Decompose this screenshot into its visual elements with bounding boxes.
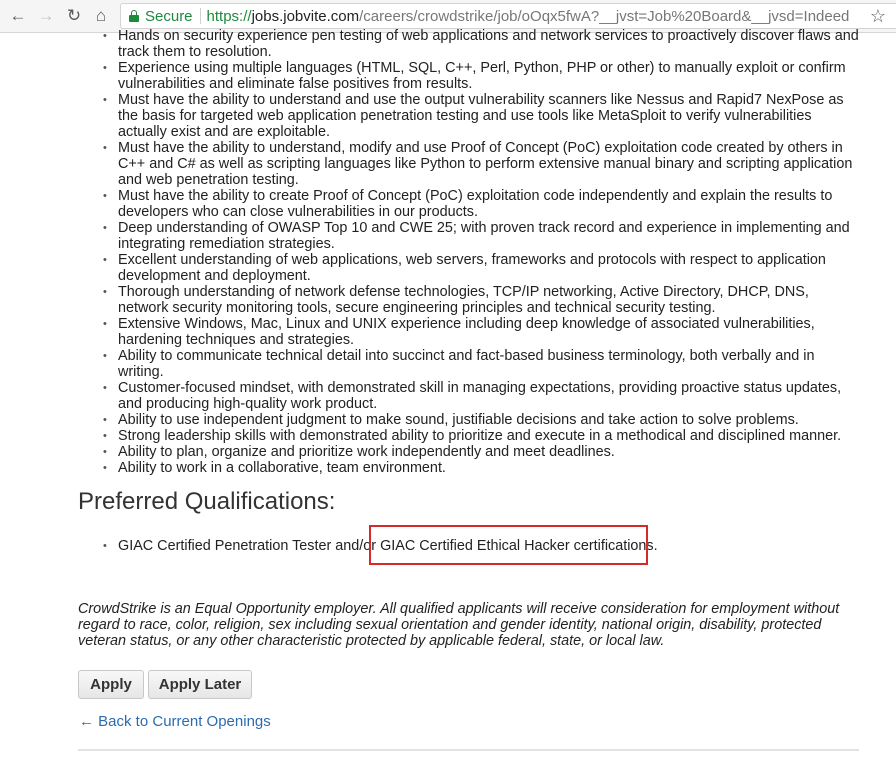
list-item: Strong leadership skills with demonstrat… [103, 428, 860, 444]
list-item: Must have the ability to create Proof of… [103, 188, 860, 220]
secure-label: Secure [145, 7, 193, 25]
apply-button[interactable]: Apply [78, 670, 144, 699]
list-item: Must have the ability to understand, mod… [103, 140, 860, 188]
bookmark-star-icon[interactable]: ☆ [870, 6, 886, 27]
list-item: Ability to use independent judgment to m… [103, 412, 860, 428]
list-item: Must have the ability to understand and … [103, 92, 860, 140]
highlight-annotation-box [369, 525, 648, 565]
address-bar[interactable]: Secure https://jobs.jobvite.com/careers/… [120, 3, 896, 29]
preferred-qualifications-heading: Preferred Qualifications: [78, 488, 336, 515]
list-item: Ability to plan, organize and prioritize… [103, 444, 860, 460]
list-item: Hands on security experience pen testing… [103, 28, 860, 60]
back-arrow-icon[interactable]: ← [6, 4, 30, 28]
forward-arrow-icon[interactable]: → [34, 4, 58, 28]
url-path: /careers/crowdstrike/job/oOqx5fwA?__jvst… [359, 7, 850, 25]
job-description: Hands on security experience pen testing… [78, 28, 860, 476]
list-item: Experience using multiple languages (HTM… [103, 60, 860, 92]
list-item: Extensive Windows, Mac, Linux and UNIX e… [103, 316, 860, 348]
list-item: Customer-focused mindset, with demonstra… [103, 380, 860, 412]
divider [78, 749, 859, 751]
apply-later-button[interactable]: Apply Later [148, 670, 252, 699]
list-item: Ability to communicate technical detail … [103, 348, 860, 380]
address-separator [199, 8, 201, 24]
list-item: Deep understanding of OWASP Top 10 and C… [103, 220, 860, 252]
home-icon[interactable]: ⌂ [89, 4, 113, 28]
equal-opportunity-statement: CrowdStrike is an Equal Opportunity empl… [78, 601, 840, 649]
preferred-item-prefix: GIAC Certified Penetration Tester and/or [118, 538, 381, 554]
url-scheme: https:// [206, 7, 252, 25]
list-item: Thorough understanding of network defens… [103, 284, 860, 316]
lock-icon [129, 10, 139, 22]
back-to-openings-link[interactable]: ← Back to Current Openings [79, 713, 271, 730]
list-item: Excellent understanding of web applicati… [103, 252, 860, 284]
list-item: Ability to work in a collaborative, team… [103, 460, 860, 476]
reload-icon[interactable]: ↻ [62, 4, 86, 28]
requirements-list: Hands on security experience pen testing… [78, 28, 860, 476]
url-host: jobs.jobvite.com [251, 7, 360, 25]
